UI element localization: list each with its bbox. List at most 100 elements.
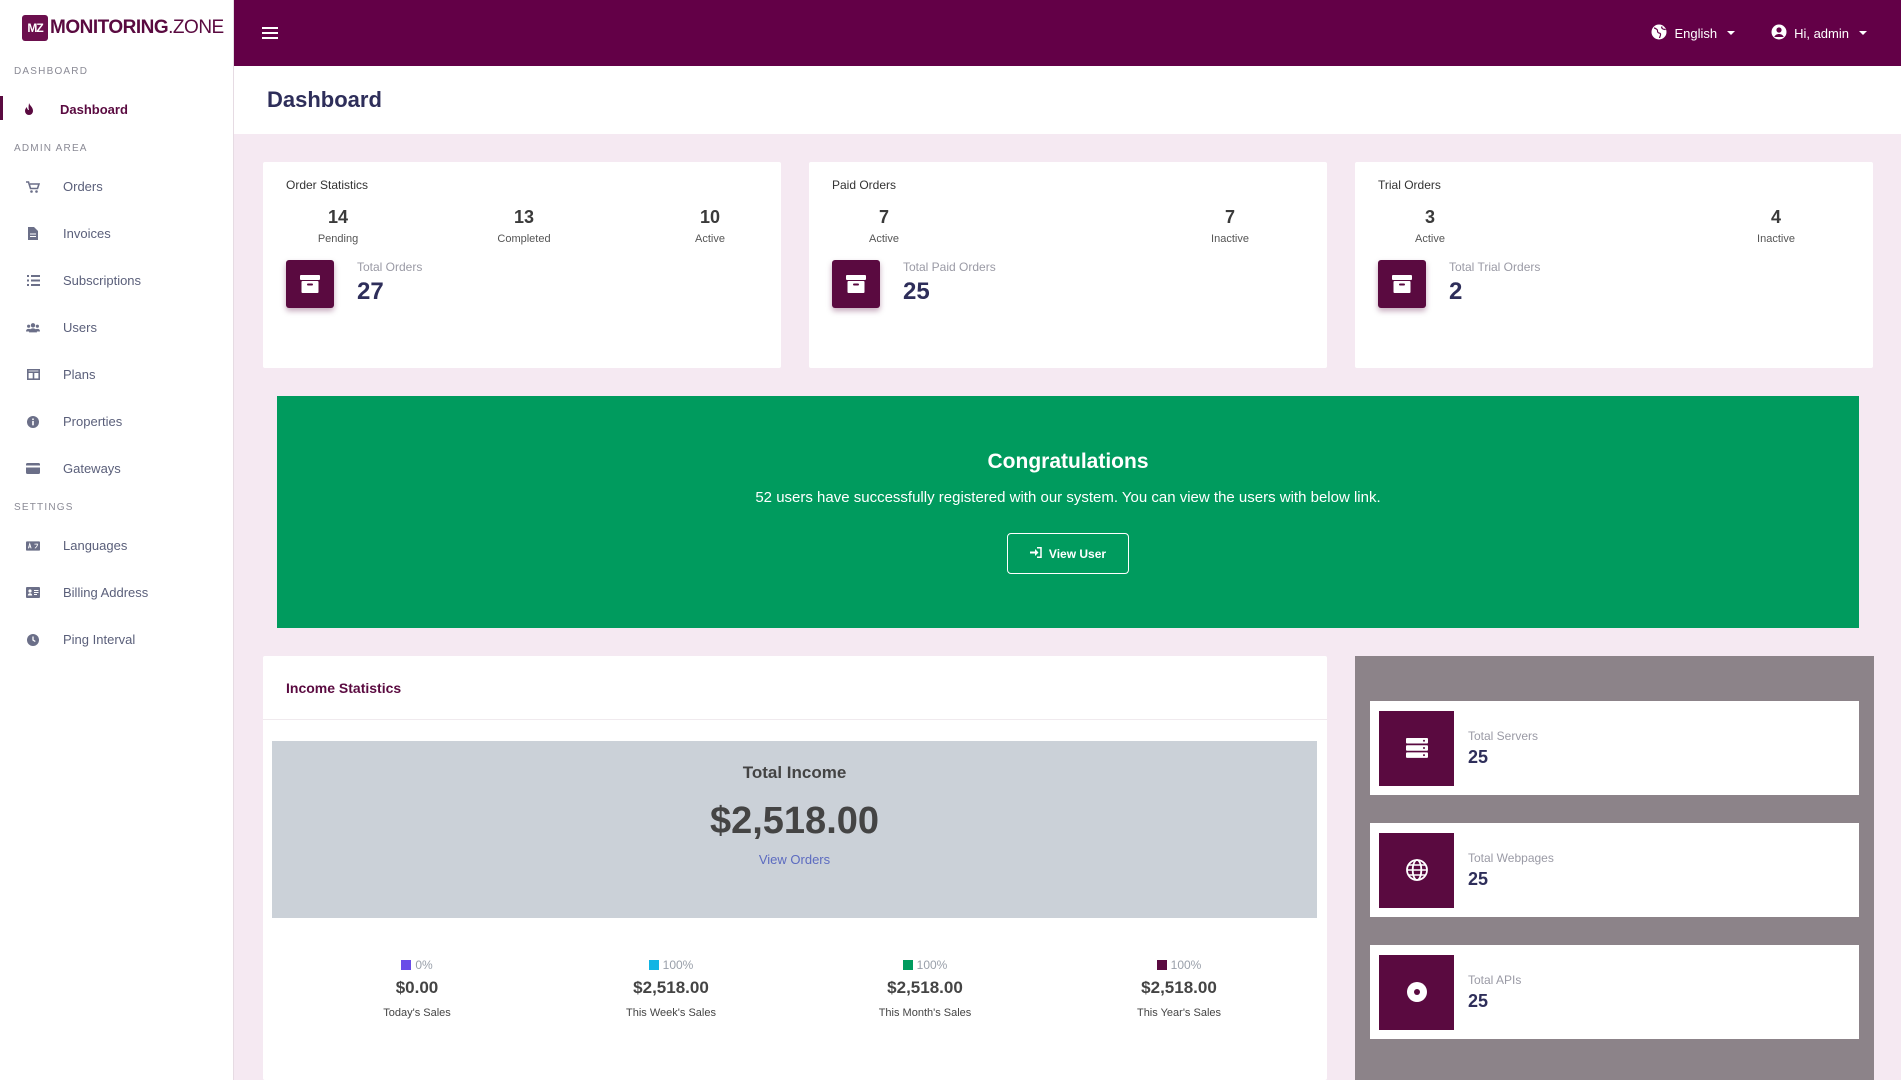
sidebar-item-billing-address[interactable]: Billing Address: [0, 569, 233, 616]
total-income-box: Total Income $2,518.00 View Orders: [272, 741, 1317, 918]
total-value: 25: [903, 278, 930, 305]
sales-today: 0% $0.00 Today's Sales: [383, 958, 451, 1019]
file-icon: [26, 227, 40, 241]
total-label: Total Orders: [357, 260, 423, 274]
language-icon: [26, 539, 40, 553]
list-icon: [26, 274, 40, 288]
banner-title: Congratulations: [987, 450, 1149, 473]
resources-panel: Total Servers 25 Total Webpages 25 Total…: [1355, 656, 1874, 1080]
total-webpages-card: Total Webpages 25: [1370, 823, 1859, 917]
stat-active: 10 Active: [695, 207, 725, 245]
sidebar-item-languages[interactable]: Languages: [0, 522, 233, 569]
sidebar-item-users[interactable]: Users: [0, 304, 233, 351]
stat-active: 3 Active: [1415, 207, 1445, 245]
congratulations-banner: Congratulations 52 users have successful…: [277, 396, 1859, 628]
archive-icon: [286, 260, 334, 308]
resource-value: 25: [1468, 746, 1489, 767]
sidebar-item-label: Properties: [63, 414, 123, 429]
stat-inactive: 7 Inactive: [1211, 207, 1249, 245]
menu-toggle-icon[interactable]: [262, 27, 278, 39]
sidebar-item-label: Users: [63, 320, 97, 335]
fire-icon: [22, 103, 36, 117]
sidebar-item-subscriptions[interactable]: Subscriptions: [0, 257, 233, 304]
sidebar-item-label: Billing Address: [63, 585, 149, 600]
paid-orders-card: Paid Orders 7 Active 7 Inactive Total Pa…: [809, 162, 1327, 368]
stat-inactive: 4 Inactive: [1757, 207, 1795, 245]
topbar: English Hi, admin: [234, 0, 1901, 66]
sidebar: MZ MONITORING.ZONE DASHBOARD Dashboard A…: [0, 0, 234, 1080]
resource-value: 25: [1468, 868, 1489, 889]
card-title: Income Statistics: [263, 656, 1327, 720]
sales-month: 100% $2,518.00 This Month's Sales: [878, 958, 972, 1019]
logo-mark-icon: MZ: [22, 15, 48, 41]
trial-orders-card: Trial Orders 3 Active 4 Inactive Total T…: [1355, 162, 1873, 368]
total-label: Total Paid Orders: [903, 260, 996, 274]
user-circle-icon: [1771, 24, 1787, 43]
user-menu[interactable]: Hi, admin: [1771, 24, 1867, 43]
sidebar-item-label: Ping Interval: [63, 632, 136, 647]
sidebar-section-admin: ADMIN AREA: [14, 142, 88, 154]
stat-active: 7 Active: [869, 207, 899, 245]
address-card-icon: [26, 586, 40, 600]
sidebar-item-label: Invoices: [63, 226, 111, 241]
total-income-amount: $2,518.00: [709, 800, 880, 842]
view-orders-link[interactable]: View Orders: [272, 852, 1317, 867]
page-title: Dashboard: [267, 87, 382, 112]
card-title: Paid Orders: [832, 178, 897, 192]
resource-label: Total Webpages: [1468, 850, 1554, 865]
legend-square-icon: [1156, 960, 1167, 970]
stat-pending: 14 Pending: [317, 207, 359, 245]
page-header: Dashboard: [234, 66, 1901, 134]
columns-icon: [26, 368, 40, 382]
income-statistics-card: Income Statistics Total Income $2,518.00…: [263, 656, 1327, 1080]
button-label: View User: [1048, 546, 1107, 561]
sales-week: 100% $2,518.00 This Week's Sales: [626, 958, 716, 1019]
brand-logo[interactable]: MZ MONITORING.ZONE: [0, 0, 233, 56]
sales-year: 100% $2,518.00 This Year's Sales: [1136, 958, 1222, 1019]
sidebar-section-dashboard: DASHBOARD: [14, 65, 89, 77]
sidebar-item-orders[interactable]: Orders: [0, 163, 233, 210]
sidebar-item-ping-interval[interactable]: Ping Interval: [0, 616, 233, 663]
total-apis-card: Total APIs 25: [1370, 945, 1859, 1039]
chevron-down-icon: [1727, 31, 1736, 35]
user-greeting: Hi, admin: [1794, 25, 1849, 41]
total-value: 2: [1449, 278, 1463, 305]
order-statistics-card: Order Statistics 14 Pending 13 Completed…: [263, 162, 781, 368]
sidebar-item-label: Gateways: [63, 461, 121, 476]
banner-message: 52 users have successfully registered wi…: [755, 489, 1381, 506]
language-label: English: [1674, 25, 1718, 41]
resource-label: Total Servers: [1468, 728, 1539, 743]
users-icon: [26, 321, 40, 335]
archive-icon: [1378, 260, 1426, 308]
disc-icon: [1379, 954, 1454, 1030]
sidebar-item-label: Plans: [63, 367, 96, 382]
cart-icon: [26, 180, 40, 194]
stat-completed: 13 Completed: [497, 207, 551, 245]
sidebar-item-label: Orders: [63, 179, 103, 194]
resource-label: Total APIs: [1468, 972, 1522, 987]
sidebar-item-properties[interactable]: Properties: [0, 398, 233, 445]
legend-square-icon: [648, 960, 659, 970]
view-user-button[interactable]: View User: [1007, 533, 1129, 574]
clock-icon: [26, 633, 40, 647]
sidebar-item-label: Subscriptions: [63, 273, 142, 288]
total-income-title: Total Income: [742, 763, 847, 782]
sidebar-item-label: Languages: [63, 538, 128, 553]
sign-in-icon: [1029, 546, 1042, 561]
sidebar-item-gateways[interactable]: Gateways: [0, 445, 233, 492]
legend-square-icon: [401, 960, 412, 970]
globe-icon: [1651, 24, 1667, 43]
card-title: Order Statistics: [286, 178, 369, 192]
globe-icon: [1379, 832, 1454, 908]
sidebar-item-plans[interactable]: Plans: [0, 351, 233, 398]
sidebar-item-invoices[interactable]: Invoices: [0, 210, 233, 257]
language-dropdown[interactable]: English: [1651, 24, 1736, 43]
sidebar-section-settings: SETTINGS: [14, 501, 74, 513]
info-icon: [26, 415, 40, 429]
total-value: 27: [357, 278, 384, 305]
total-servers-card: Total Servers 25: [1370, 701, 1859, 795]
total-label: Total Trial Orders: [1449, 260, 1541, 274]
sidebar-item-dashboard[interactable]: Dashboard: [0, 86, 233, 133]
legend-square-icon: [902, 960, 913, 970]
credit-card-icon: [26, 462, 40, 476]
